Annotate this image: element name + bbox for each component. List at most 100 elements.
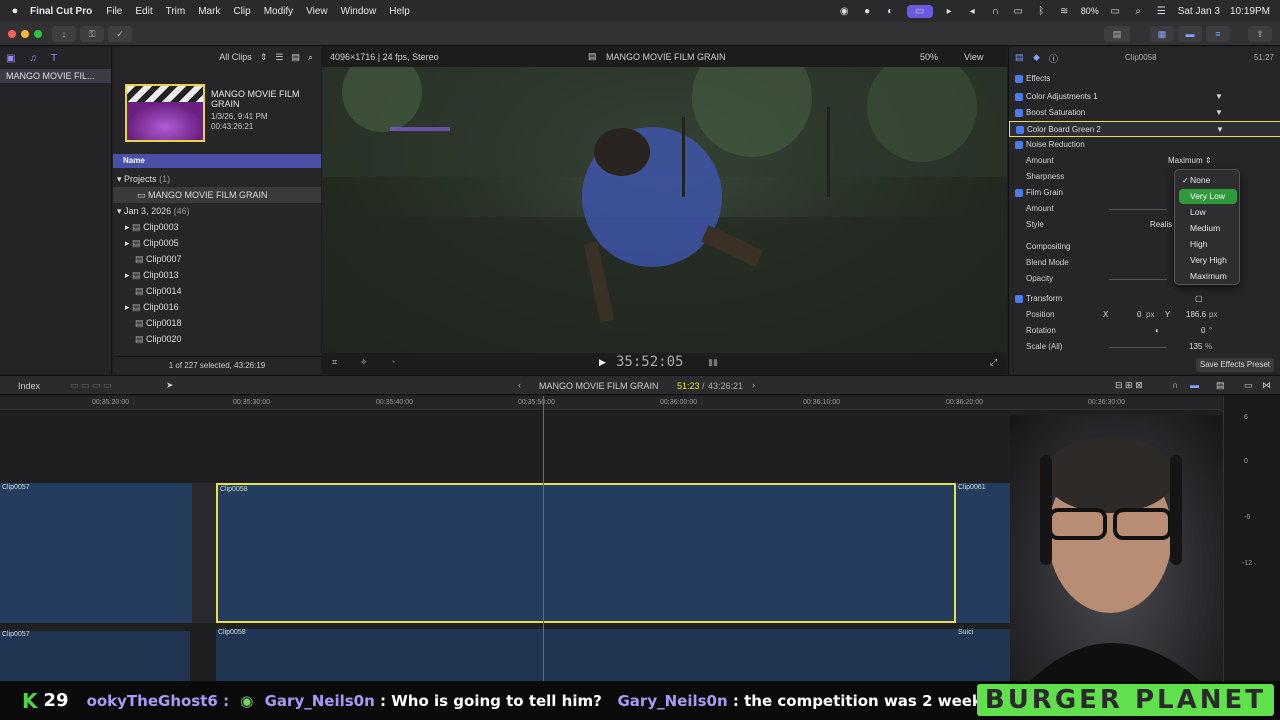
wifi-icon[interactable]: ≋ [1058,5,1071,18]
clip-list-item[interactable]: ▸ ▤ Clip0005 [113,235,321,251]
select-tool-icon[interactable]: ➤ [166,380,174,391]
name-column-header[interactable]: Name [113,154,321,168]
minimize-window-button[interactable] [21,30,29,38]
disclosure-closed-icon[interactable]: ▸ [125,238,130,248]
dropdown-option-medium[interactable]: Medium [1179,221,1237,236]
dropdown-option-maximum[interactable]: Maximum [1179,269,1237,284]
enhance-tool-icon[interactable]: ✧ [360,357,368,368]
opacity-slider[interactable] [1109,279,1167,280]
battery-icon[interactable]: ▭ [1109,5,1122,18]
gap-clip[interactable] [192,483,216,623]
clip-list-item[interactable]: ▸ ▤ Clip0013 [113,267,321,283]
video-frame[interactable] [322,67,1007,353]
libraries-tab-icon[interactable]: ▣ [6,53,15,64]
dropdown-option-low[interactable]: Low [1179,205,1237,220]
clip-filter-dropdown[interactable]: All Clips [219,52,252,62]
color-inspector-icon[interactable]: ◆ [1033,52,1040,63]
effect-checkbox[interactable] [1015,109,1023,117]
playhead[interactable] [543,396,544,681]
menu-clip[interactable]: Clip [233,6,250,17]
timeline-index-icon[interactable]: ▤ [1216,380,1225,391]
screen-icon[interactable]: ▭ [906,4,933,18]
dropdown-option-none[interactable]: ✓ None [1179,173,1237,188]
record-icon[interactable]: ● [861,5,874,18]
search-icon[interactable]: ⌕ [308,52,313,63]
menu-file[interactable]: File [106,6,122,17]
fullscreen-icon[interactable]: ⤢ [990,357,997,368]
menu-modify[interactable]: Modify [264,6,293,17]
scale-field[interactable]: 135 [1189,339,1202,355]
photos-tab-icon[interactable]: ♫ [29,53,37,64]
titles-tab-icon[interactable]: T [51,53,57,64]
transform-onscreen-icon[interactable]: ▢ [1195,291,1203,307]
dropdown-option-high[interactable]: High [1179,237,1237,252]
clip-list-item[interactable]: ▤ Clip0018 [113,315,321,331]
dropdown-option-very-low[interactable]: Very Low [1179,189,1237,204]
search-icon[interactable]: ⌕ [1132,5,1145,18]
transform-tool-icon[interactable]: ⌗ [332,357,337,368]
volume-icon[interactable]: ◂ [966,5,979,18]
transitions-browser-icon[interactable]: ⋈ [1262,380,1271,391]
close-window-button[interactable] [8,30,16,38]
effect-checkbox[interactable] [1016,126,1024,134]
audio-clip[interactable]: Clip0058 [216,629,956,681]
transform-checkbox[interactable] [1015,295,1023,303]
transform-section[interactable]: Transform ▢ [1009,291,1280,307]
event-group[interactable]: ▾ Jan 3, 2026 (46) [113,203,321,219]
clip-appearance-icon[interactable]: ☰ [275,52,283,63]
effect-color-board-green[interactable]: Color Board Green 2 ▼ [1009,121,1280,137]
effects-browser-icon[interactable]: ▭ [1244,380,1253,391]
rotation-field[interactable]: 0 [1201,323,1205,339]
headphones-icon[interactable]: ∩ [989,5,1002,18]
noise-reduction-checkbox[interactable] [1015,141,1023,149]
disclosure-open-icon[interactable]: ▾ [117,174,122,184]
maximize-window-button[interactable] [34,30,42,38]
position-x-field[interactable]: 0 [1137,307,1141,323]
film-grain-checkbox[interactable] [1015,189,1023,197]
display-icon[interactable]: ▭ [1012,5,1025,18]
position-y-field[interactable]: 186.6 [1186,307,1206,323]
effect-color-adjustments[interactable]: Color Adjustments 1 ▼ [1009,89,1280,105]
dropdown-option-very-high[interactable]: Very High [1179,253,1237,268]
audio-skimming-icon[interactable]: ∩ [1172,380,1178,390]
timeline-clip[interactable]: Clip0057 [0,483,192,623]
clip-list-item[interactable]: ▤ Clip0020 [113,331,321,347]
fg-style-popup[interactable]: Realis [1150,217,1172,233]
disclosure-closed-icon[interactable]: ▸ [125,302,130,312]
audio-clip[interactable]: Clip0057 [0,631,190,681]
effects-section[interactable]: Effects [1009,71,1280,87]
background-tasks-button[interactable]: ✓ [108,26,132,42]
forward-arrow-icon[interactable]: › [752,380,755,390]
timeline-ruler[interactable]: 00:35:20:00 00:35:30:00 00:35:40:00 00:3… [0,396,1222,410]
disclosure-open-icon[interactable]: ▾ [117,206,122,216]
menu-edit[interactable]: Edit [135,6,152,17]
apple-icon[interactable]: ● [0,5,30,17]
app-menu[interactable]: Final Cut Pro [30,6,92,17]
library-item[interactable]: MANGO MOVIE FIL... [0,69,111,83]
menu-view[interactable]: View [306,6,328,17]
play-icon[interactable]: ▸ [943,5,956,18]
disclosure-closed-icon[interactable]: ▸ [125,222,130,232]
bluetooth-icon[interactable]: ᛒ [1035,5,1048,18]
video-inspector-icon[interactable]: ▤ [1015,52,1024,63]
play-button[interactable]: ▶ [599,357,606,368]
share-button[interactable]: ⇪ [1248,26,1272,42]
library-toggle-button[interactable]: ▦ [1150,26,1174,42]
nr-amount-popup[interactable]: Maximum [1168,153,1203,169]
back-arrow-icon[interactable]: ‹ [518,380,521,390]
status-icon[interactable]: ◉ [838,5,851,18]
projects-group[interactable]: ▾ Projects (1) [113,171,321,187]
info-inspector-icon[interactable]: ⓘ [1049,52,1058,65]
project-list-item[interactable]: ▭ MANGO MOVIE FILM GRAIN [113,187,321,203]
speed-tool-icon[interactable]: ◔ [390,357,395,367]
effect-checkbox[interactable] [1015,93,1023,101]
timeline-project-name[interactable]: MANGO MOVIE FILM GRAIN [539,381,659,391]
clip-list-item[interactable]: ▤ Clip0007 [113,251,321,267]
menu-window[interactable]: Window [341,6,377,17]
clip-filter-chevron-icon[interactable]: ⇕ [260,52,268,63]
index-button[interactable]: Index [18,381,40,391]
connect-edit-icon[interactable]: ▭ ▭ ▭ ▭ [70,380,112,391]
popup-chevron-icon[interactable]: ⇕ [1205,153,1212,169]
layout-button[interactable]: ▤ [1104,26,1130,42]
keyword-button[interactable]: ⚿ [80,26,104,42]
